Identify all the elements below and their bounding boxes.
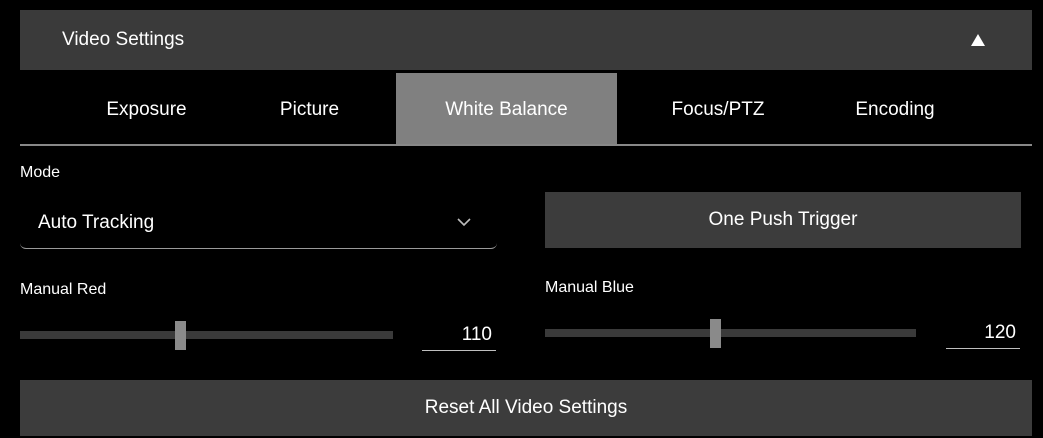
manual-blue-slider-track[interactable]	[545, 319, 916, 348]
manual-blue-value-field[interactable]: 120	[946, 318, 1020, 349]
collapse-button[interactable]	[964, 25, 994, 55]
tab-white-balance[interactable]: White Balance	[396, 73, 617, 144]
mode-label: Mode	[20, 164, 61, 181]
tab-focus-ptz[interactable]: Focus/PTZ	[643, 73, 793, 144]
tab-divider	[20, 144, 1032, 146]
tab-bar: Exposure Picture White Balance Focus/PTZ…	[20, 73, 1032, 144]
reset-all-video-settings-button[interactable]: Reset All Video Settings	[20, 380, 1032, 436]
mode-select[interactable]: Auto Tracking	[20, 198, 497, 249]
triangle-up-icon	[971, 34, 985, 46]
manual-blue-value: 120	[984, 322, 1016, 343]
one-push-trigger-button[interactable]: One Push Trigger	[545, 192, 1021, 248]
manual-red-slider-thumb[interactable]	[174, 321, 186, 350]
manual-blue-slider-thumb[interactable]	[710, 319, 722, 348]
mode-value: Auto Tracking	[38, 212, 155, 233]
manual-red-label: Manual Red	[20, 281, 107, 298]
manual-red-slider-track[interactable]	[20, 321, 393, 350]
manual-blue-label: Manual Blue	[545, 279, 634, 296]
manual-red-value-field[interactable]: 110	[422, 320, 496, 351]
tab-encoding[interactable]: Encoding	[820, 73, 970, 144]
manual-red-value: 110	[461, 324, 492, 345]
tab-exposure[interactable]: Exposure	[79, 73, 214, 144]
video-settings-panel: Video Settings Exposure Picture White Ba…	[0, 0, 1043, 438]
panel-header[interactable]: Video Settings	[20, 10, 1032, 70]
chevron-down-icon	[457, 218, 471, 227]
tab-picture[interactable]: Picture	[242, 73, 377, 144]
panel-title: Video Settings	[62, 29, 185, 50]
